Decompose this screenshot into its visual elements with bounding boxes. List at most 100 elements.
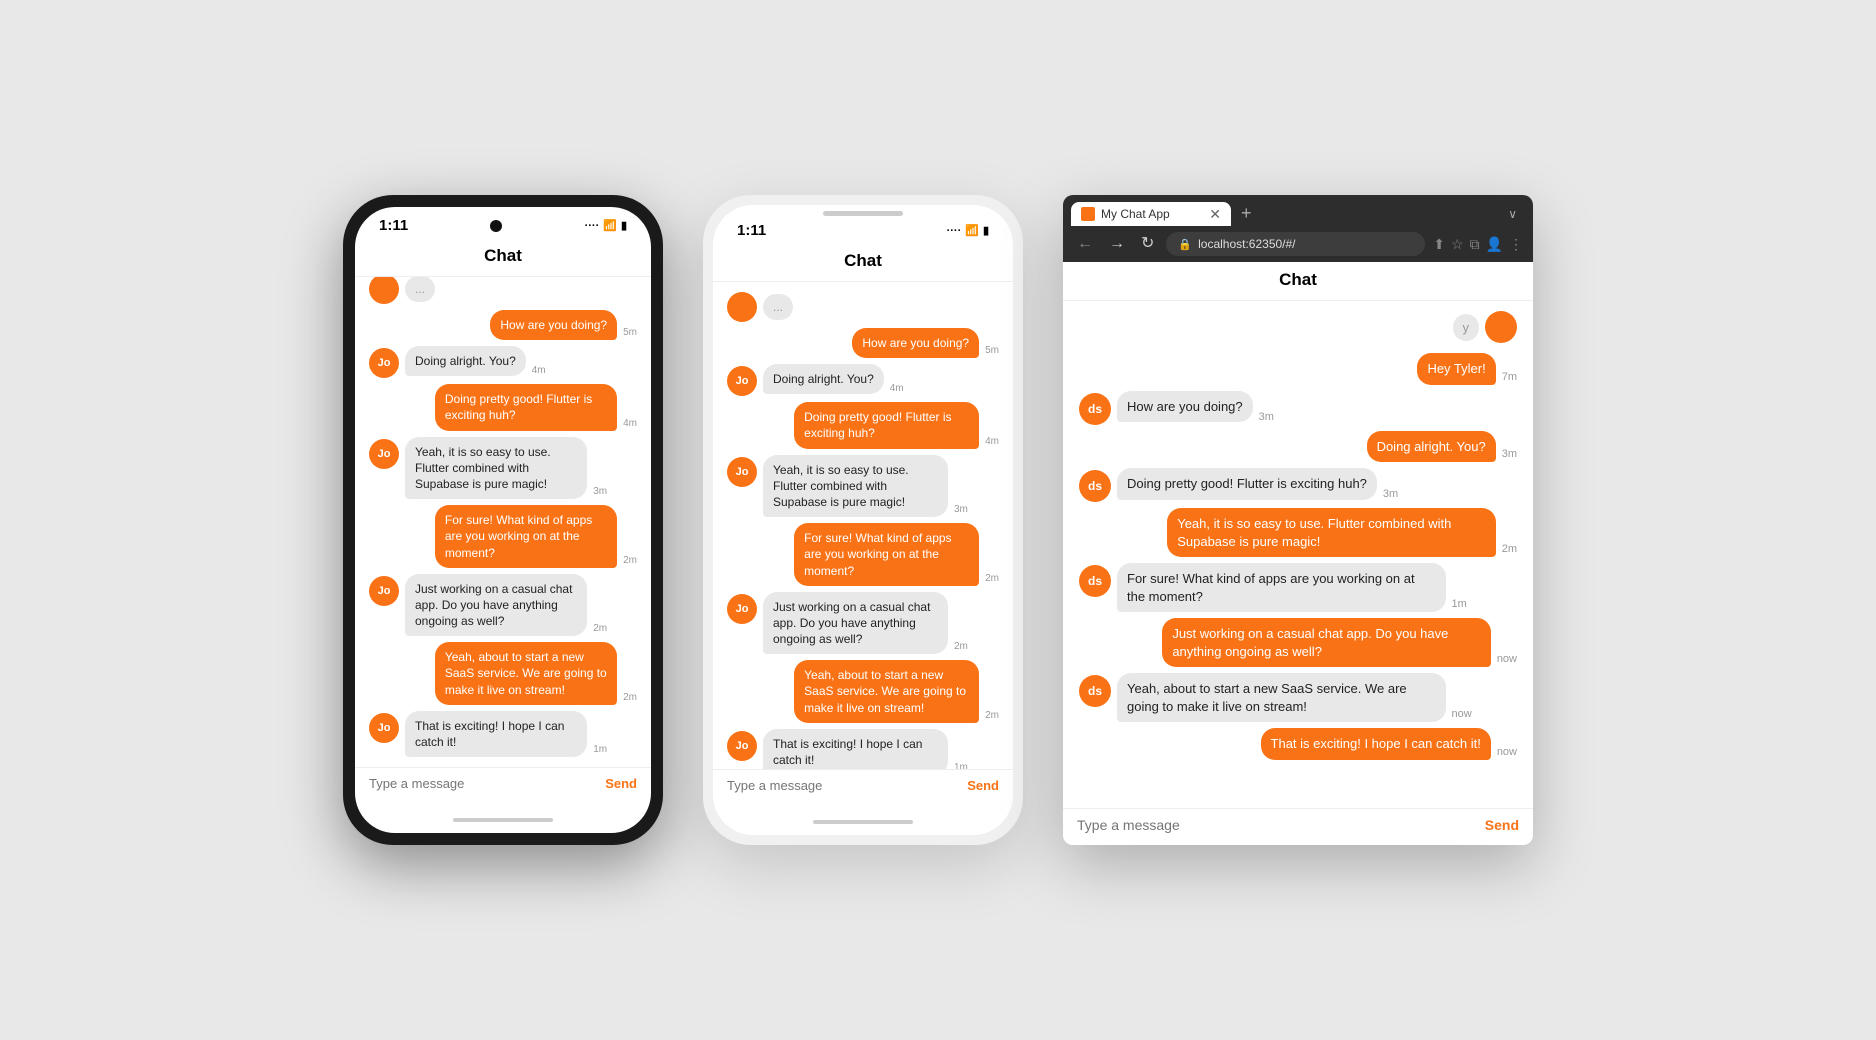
- forward-button[interactable]: →: [1105, 234, 1129, 254]
- avatar: ds: [1079, 393, 1111, 425]
- avatar: Jo: [369, 439, 399, 469]
- status-bar-dark: 1:11 ···· 📶 ▮: [355, 207, 651, 238]
- avatar: Jo: [727, 457, 757, 487]
- browser: My Chat App ✕ + ∨ ← → ↻ 🔒 localhost:6235…: [1063, 195, 1533, 845]
- message-time: 1m: [593, 744, 607, 755]
- send-button-browser[interactable]: Send: [1485, 817, 1519, 833]
- message-bubble: Yeah, it is so easy to use. Flutter comb…: [405, 437, 587, 500]
- message-bubble: How are you doing?: [852, 328, 979, 358]
- message-time: 4m: [985, 436, 999, 447]
- wifi-icon-w: 📶: [965, 224, 979, 237]
- send-button-dark[interactable]: Send: [605, 776, 637, 791]
- message-time: 2m: [1502, 543, 1517, 555]
- chat-header-white: Chat: [713, 243, 1013, 282]
- avatar: Jo: [369, 576, 399, 606]
- message-bubble: Yeah, about to start a new SaaS service.…: [794, 660, 979, 723]
- message-row: dsHow are you doing?3m: [1079, 391, 1517, 425]
- tab-close-button[interactable]: ✕: [1209, 207, 1221, 221]
- message-time: 2m: [985, 573, 999, 584]
- message-time: 3m: [1383, 488, 1398, 500]
- message-row: 2mYeah, about to start a new SaaS servic…: [727, 660, 999, 723]
- tab-title-label: My Chat App: [1101, 207, 1203, 221]
- partial-avatar-dark: [369, 277, 399, 304]
- tab-expand-icon[interactable]: ∨: [1500, 203, 1525, 225]
- message-time: 3m: [593, 486, 607, 497]
- status-time-dark: 1:11: [379, 217, 408, 234]
- partial-top-row: ...: [369, 277, 637, 304]
- message-row: dsFor sure! What kind of apps are you wo…: [1079, 563, 1517, 612]
- share-icon[interactable]: ⬆: [1433, 236, 1445, 253]
- avatar: Jo: [369, 348, 399, 378]
- status-time-white: 1:11: [737, 222, 766, 239]
- avatar: Jo: [727, 731, 757, 761]
- send-button-white[interactable]: Send: [967, 778, 999, 793]
- address-bar[interactable]: 🔒 localhost:62350/#/: [1166, 232, 1425, 256]
- message-row: JoDoing alright. You? 4m: [369, 346, 637, 378]
- partial-bubble-dark: ...: [405, 277, 435, 302]
- partial-avatar-browser: [1485, 311, 1517, 343]
- lock-icon: 🔒: [1178, 238, 1192, 251]
- message-input-browser[interactable]: [1077, 817, 1477, 833]
- back-button[interactable]: ←: [1073, 234, 1097, 254]
- message-bubble: How are you doing?: [1117, 391, 1253, 423]
- extensions-icon[interactable]: ⧉: [1470, 236, 1480, 253]
- menu-icon[interactable]: ⋮: [1509, 236, 1523, 253]
- message-row: 2mYeah, it is so easy to use. Flutter co…: [1079, 508, 1517, 557]
- message-input-dark[interactable]: [369, 776, 597, 791]
- partial-bubble-white: ...: [763, 294, 793, 320]
- bookmark-icon[interactable]: ☆: [1451, 236, 1464, 253]
- message-row: 5m How are you doing?: [727, 328, 999, 358]
- message-row: nowJust working on a casual chat app. Do…: [1079, 618, 1517, 667]
- wifi-icon: 📶: [603, 219, 617, 232]
- chat-area-dark[interactable]: ... 5mHow are you doing?JoDoing alright.…: [355, 277, 651, 767]
- browser-tabs-bar: My Chat App ✕ + ∨: [1063, 195, 1533, 226]
- message-time: 7m: [1502, 371, 1517, 383]
- message-bubble: That is exciting! I hope I can catch it!: [405, 711, 587, 757]
- chat-area-browser[interactable]: y 7mHey Tyler!dsHow are you doing?3m3mDo…: [1063, 301, 1533, 808]
- message-row: JoJust working on a casual chat app. Do …: [369, 574, 637, 637]
- message-time: 4m: [532, 365, 546, 376]
- message-row: 5mHow are you doing?: [369, 310, 637, 340]
- chat-header-dark: Chat: [355, 238, 651, 277]
- input-bar-browser: Send: [1063, 808, 1533, 845]
- message-time: 2m: [954, 641, 968, 652]
- message-time: now: [1497, 746, 1517, 758]
- avatar: ds: [1079, 565, 1111, 597]
- status-bar-white: 1:11 ···· 📶 ▮: [713, 218, 1013, 243]
- message-bubble: Just working on a casual chat app. Do yo…: [763, 592, 948, 655]
- battery-icon: ▮: [621, 219, 627, 232]
- message-time: 3m: [1502, 448, 1517, 460]
- message-bubble: Doing alright. You?: [1367, 431, 1496, 463]
- avatar: ds: [1079, 675, 1111, 707]
- browser-tab-active[interactable]: My Chat App ✕: [1071, 202, 1231, 226]
- message-time: 1m: [1452, 598, 1467, 610]
- partial-top-row-white: ...: [727, 292, 999, 322]
- message-row: 3m Doing alright. You?: [1079, 431, 1517, 463]
- message-bubble: For sure! What kind of apps are you work…: [794, 523, 979, 586]
- profile-icon[interactable]: 👤: [1486, 236, 1503, 253]
- message-input-white[interactable]: [727, 778, 959, 793]
- chat-area-white[interactable]: ... 5mHow are you doing?JoDoing alright.…: [713, 282, 1013, 769]
- partial-top-row-browser: y: [1079, 311, 1517, 343]
- phone-white-screen: 1:11 ···· 📶 ▮ Chat ... 5m How are you doi…: [713, 205, 1013, 835]
- message-bubble: Doing pretty good! Flutter is exciting h…: [794, 402, 979, 448]
- camera-notch-dark: [490, 220, 502, 232]
- input-bar-dark: Send: [355, 767, 651, 803]
- message-row: JoThat is exciting! I hope I can catch i…: [727, 729, 999, 769]
- message-bubble: Doing alright. You?: [405, 346, 526, 376]
- message-row: JoThat is exciting! I hope I can catch i…: [369, 711, 637, 757]
- message-row: JoJust working on a casual chat app. Do …: [727, 592, 999, 655]
- message-bubble: For sure! What kind of apps are you work…: [435, 505, 617, 568]
- message-time: 2m: [623, 555, 637, 566]
- message-row: 2mYeah, about to start a new SaaS servic…: [369, 642, 637, 705]
- refresh-button[interactable]: ↻: [1137, 234, 1158, 254]
- new-tab-button[interactable]: +: [1235, 201, 1258, 226]
- message-row: 2m For sure! What kind of apps are you wo…: [727, 523, 999, 586]
- input-bar-white: Send: [713, 769, 1013, 805]
- message-time: 5m: [985, 345, 999, 356]
- message-bubble: Yeah, about to start a new SaaS service.…: [1117, 673, 1446, 722]
- message-time: 5m: [623, 327, 637, 338]
- url-text: localhost:62350/#/: [1198, 237, 1295, 251]
- status-icons-dark: ···· 📶 ▮: [585, 219, 627, 232]
- message-time: now: [1497, 653, 1517, 665]
